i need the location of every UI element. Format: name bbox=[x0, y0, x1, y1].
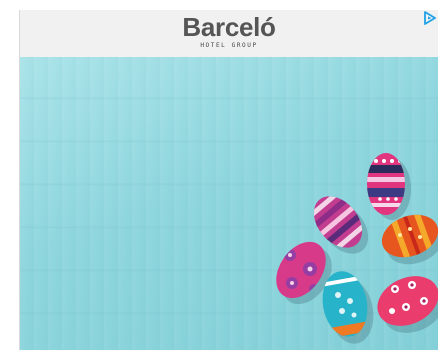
ad-banner[interactable]: Barceló HOTEL GROUP bbox=[19, 10, 438, 350]
brand-logo-name: Barceló bbox=[182, 12, 276, 42]
easter-eggs-illustration bbox=[266, 153, 438, 344]
ad-page: Barceló HOTEL GROUP bbox=[0, 0, 443, 350]
ad-image[interactable] bbox=[20, 57, 438, 350]
ad-header: Barceló HOTEL GROUP bbox=[20, 10, 438, 57]
adchoices-icon[interactable] bbox=[422, 10, 438, 26]
egg-pink-top bbox=[367, 153, 405, 215]
brand-logo-tagline: HOTEL GROUP bbox=[200, 42, 258, 49]
